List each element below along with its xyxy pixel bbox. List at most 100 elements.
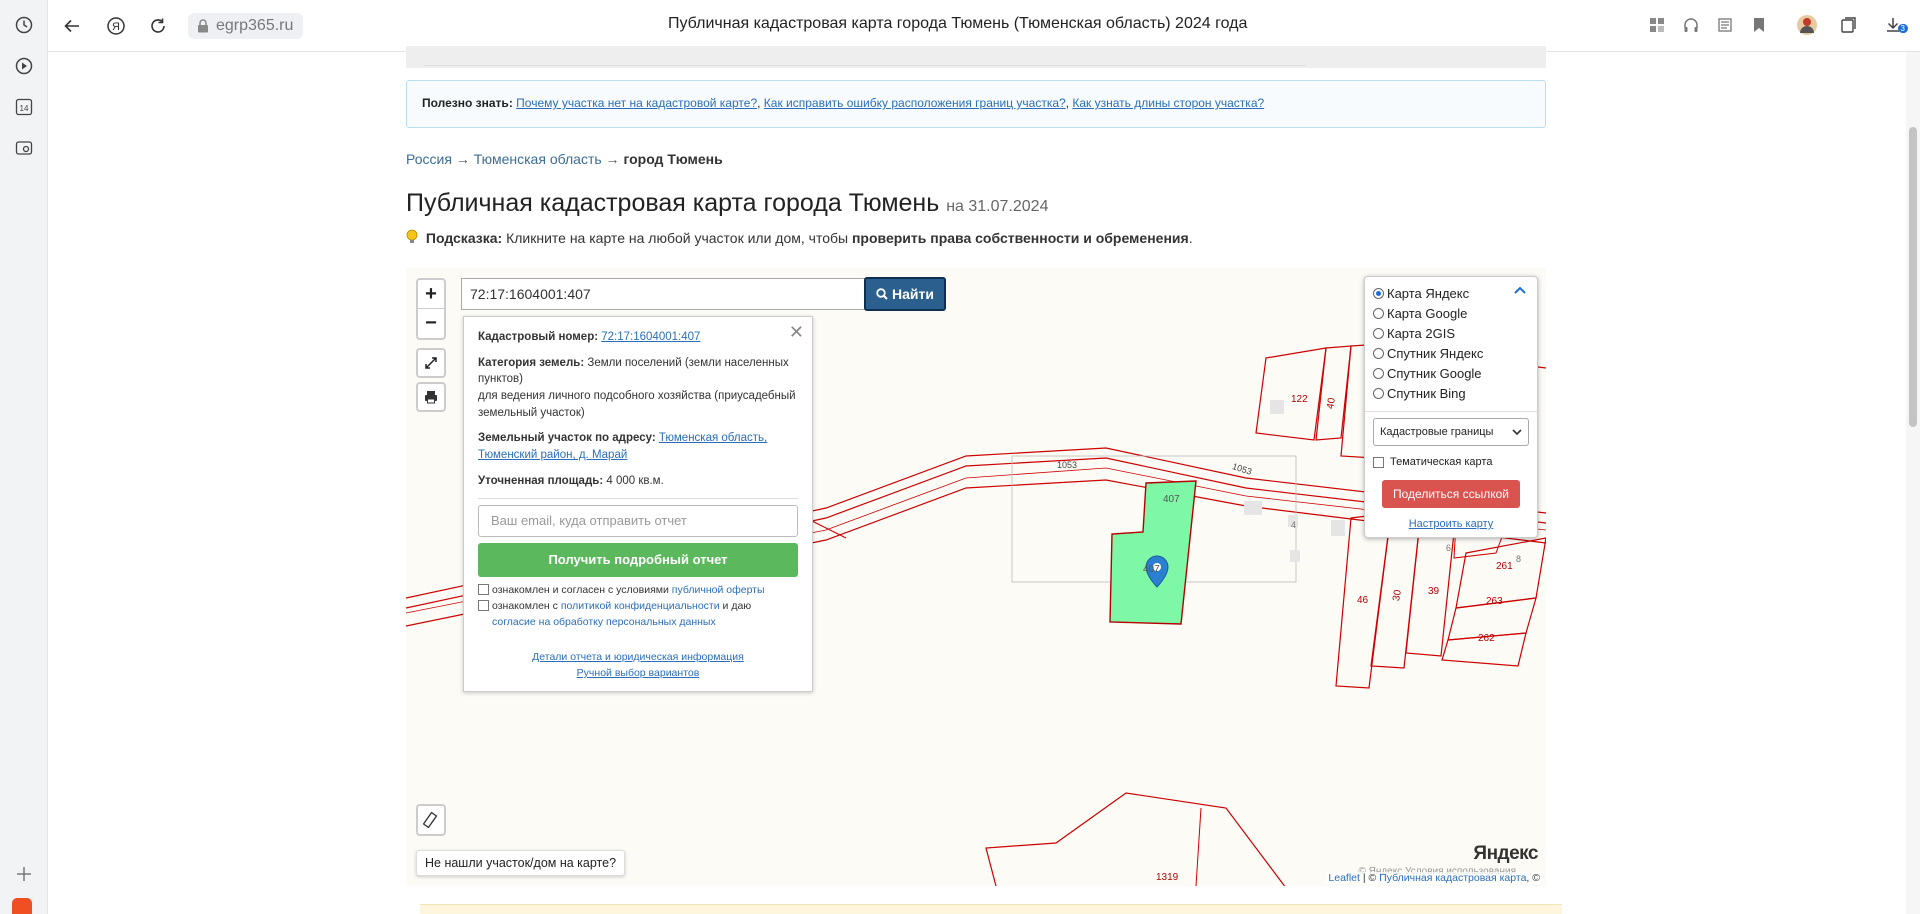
page-scrollbar[interactable]: [1906, 52, 1920, 914]
find-button[interactable]: Найти: [864, 277, 946, 311]
thematic-map-toggle[interactable]: Тематическая карта: [1373, 456, 1529, 468]
report-details-link[interactable]: Детали отчета и юридическая информация: [532, 651, 744, 663]
headphones-icon[interactable]: [1680, 14, 1702, 36]
screenshot-icon[interactable]: [12, 136, 36, 160]
hint: Подсказка: Кликните на карте на любой уч…: [406, 229, 1193, 246]
offer-link[interactable]: публичной оферты: [672, 584, 765, 596]
layer-option-bing-sat[interactable]: Спутник Bing: [1373, 383, 1529, 403]
url-text: egrp365.ru: [216, 17, 294, 34]
radio[interactable]: [1373, 367, 1384, 379]
back-icon[interactable]: [60, 14, 84, 38]
reload-icon[interactable]: [146, 14, 170, 38]
breadcrumb-sep: →: [455, 151, 470, 167]
extensions-icon[interactable]: [1646, 14, 1668, 36]
breadcrumb-russia[interactable]: Россия: [406, 151, 452, 167]
measure-button[interactable]: [416, 804, 446, 836]
radio[interactable]: [1373, 327, 1384, 339]
radio-selected[interactable]: [1373, 287, 1384, 299]
parcel-label: 46: [1357, 595, 1369, 606]
address-bar[interactable]: egrp365.ru: [188, 13, 304, 39]
bookmark-icon[interactable]: [1748, 14, 1770, 36]
privacy-agreement[interactable]: ознакомлен с политикой конфиденциальност…: [478, 599, 798, 631]
leaflet-link[interactable]: Leaflet: [1328, 872, 1360, 884]
parcel-407[interactable]: [1109, 480, 1197, 625]
breadcrumb-sep: →: [605, 151, 620, 167]
yandex-logo: Яндекс: [1473, 843, 1538, 864]
share-link-button[interactable]: Поделиться ссылкой: [1382, 480, 1520, 508]
scrollbar-thumb[interactable]: [1909, 127, 1917, 427]
layer-option-2gis-map[interactable]: Карта 2GIS: [1373, 323, 1529, 343]
attr-end: , ©: [1526, 872, 1540, 884]
info-link-3[interactable]: Как узнать длины сторон участка?: [1072, 96, 1264, 110]
manual-select-link[interactable]: Ручной выбор вариантов: [577, 667, 700, 679]
add-icon[interactable]: [12, 862, 36, 886]
cadastral-search-input[interactable]: 72:17:1604001:407: [461, 278, 867, 310]
configure-map-link[interactable]: Настроить карту: [1373, 518, 1529, 530]
radio[interactable]: [1373, 307, 1384, 319]
parcel-info-popup: ✕ Кадастровый номер: 72:17:1604001:407 К…: [463, 316, 813, 692]
radio[interactable]: [1373, 387, 1384, 399]
collections-icon[interactable]: [1838, 14, 1860, 36]
zoom-out-button[interactable]: −: [418, 309, 444, 338]
thematic-label: Тематическая карта: [1390, 456, 1493, 468]
get-report-button[interactable]: Получить подробный отчет: [478, 543, 798, 578]
chevron-up-icon[interactable]: [1513, 283, 1527, 297]
yandex-icon[interactable]: Я: [104, 14, 128, 38]
fullscreen-button[interactable]: [416, 348, 446, 378]
layer-label: Спутник Google: [1387, 365, 1482, 381]
radio[interactable]: [1373, 347, 1384, 359]
not-found-button[interactable]: Не нашли участок/дом на карте?: [416, 850, 626, 876]
layer-label: Карта Яндекс: [1387, 285, 1470, 301]
hint-text: Кликните на карте на любой участок или д…: [506, 230, 849, 246]
cad-label: Кадастровый номер:: [478, 331, 599, 343]
close-icon[interactable]: ✕: [789, 322, 804, 343]
lock-icon: [198, 19, 208, 33]
history-icon[interactable]: [12, 13, 36, 37]
info-label: Полезно знать:: [422, 96, 513, 110]
offer-text: ознакомлен и согласен с условиями: [492, 584, 669, 597]
cadastral-map[interactable]: 407 407 1053 1053 122 40 4 6 8 261 263 2…: [406, 268, 1546, 886]
yandex-apps-icon[interactable]: [12, 898, 32, 914]
privacy-checkbox[interactable]: [478, 600, 489, 612]
info-link-2[interactable]: Как исправить ошибку расположения границ…: [764, 96, 1066, 110]
downloads-icon[interactable]: 3: [1882, 14, 1908, 36]
parcel-label: 6: [1446, 543, 1452, 553]
pkk-link[interactable]: Публичная кадастровая карта: [1379, 872, 1526, 884]
browser-sidebar: 14: [0, 0, 48, 914]
info-link-1[interactable]: Почему участка нет на кадастровой карте?: [516, 96, 757, 110]
parcel-label: 4: [1291, 520, 1297, 530]
email-field[interactable]: Ваш email, куда отправить отчет: [478, 505, 798, 538]
area-value: 4 000 кв.м.: [606, 474, 664, 487]
consent-link[interactable]: согласие на обработку персональных данны…: [492, 616, 716, 628]
parcel-label: 407: [1143, 564, 1160, 575]
layer-label: Спутник Bing: [1387, 385, 1466, 401]
avatar[interactable]: [1796, 14, 1818, 36]
parcel-label: 122: [1291, 394, 1308, 405]
zoom-in-button[interactable]: +: [418, 280, 444, 309]
thematic-checkbox[interactable]: [1373, 456, 1384, 468]
notice-strip: [420, 904, 1562, 914]
calendar-icon[interactable]: 14: [12, 95, 36, 119]
find-button-label: Найти: [892, 286, 934, 302]
parcel-label: 1319: [1156, 872, 1179, 883]
useful-info-box: Полезно знать: Почему участка нет на кад…: [406, 80, 1546, 128]
breadcrumb-region[interactable]: Тюменская область: [474, 151, 602, 167]
breadcrumb-current: город Тюмень: [623, 151, 723, 167]
offer-agreement[interactable]: ознакомлен и согласен с условиями публич…: [478, 583, 798, 599]
reader-icon[interactable]: [1714, 14, 1736, 36]
layer-label: Карта 2GIS: [1387, 325, 1456, 341]
layer-option-yandex-sat[interactable]: Спутник Яндекс: [1373, 343, 1529, 363]
layer-option-google-sat[interactable]: Спутник Google: [1373, 363, 1529, 383]
play-icon[interactable]: [12, 54, 36, 78]
svg-text:14: 14: [20, 104, 29, 113]
page-tab-title: Публичная кадастровая карта города Тюмен…: [668, 15, 1248, 32]
layer-option-google-map[interactable]: Карта Google: [1373, 303, 1529, 323]
overlay-select[interactable]: Кадастровые границы: [1373, 418, 1529, 446]
print-button[interactable]: [416, 382, 446, 412]
cad-number-link[interactable]: 72:17:1604001:407: [601, 331, 700, 343]
privacy-link[interactable]: политикой конфиденциальности: [561, 600, 720, 612]
layer-option-yandex-map[interactable]: Карта Яндекс: [1373, 283, 1529, 303]
layer-label: Карта Google: [1387, 305, 1468, 321]
downloads-badge: 3: [1897, 24, 1908, 33]
offer-checkbox[interactable]: [478, 584, 489, 596]
